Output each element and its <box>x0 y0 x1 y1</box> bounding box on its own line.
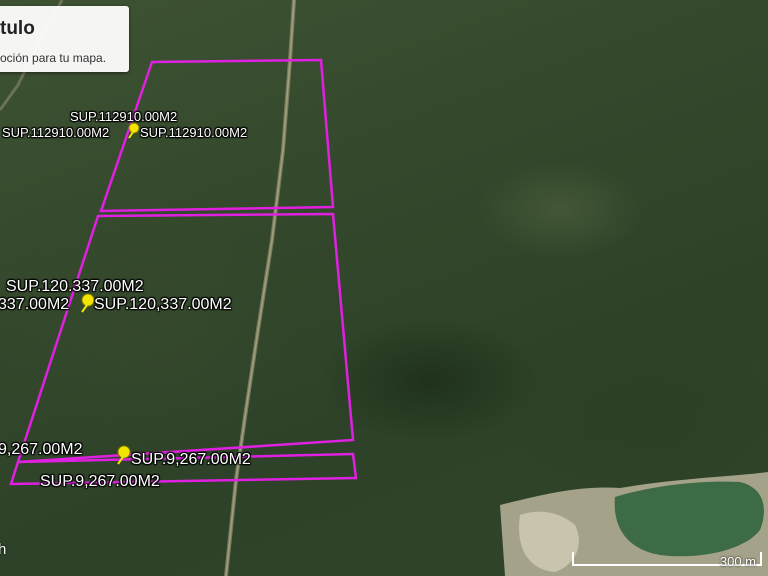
parcel-middle-label-right[interactable]: SUP.120,337.00M2 <box>94 297 232 313</box>
parcel-south-label-bottom[interactable]: SUP.9,267.00M2 <box>40 474 160 490</box>
map-title-card[interactable]: tulo oción para tu mapa. <box>0 6 129 72</box>
map-title: tulo <box>0 18 35 39</box>
parcel-middle-label-left[interactable]: 337.00M2 <box>0 297 69 313</box>
scale-bar: 300 m <box>572 552 762 569</box>
scale-label: 300 m <box>719 554 756 569</box>
parcel-north-label-right[interactable]: SUP.112910.00M2 <box>140 126 247 139</box>
dirt-road <box>224 0 296 576</box>
parcel-north-label-top[interactable]: SUP.112910.00M2 <box>70 110 177 123</box>
parcel-north-label-left[interactable]: SUP.112910.00M2 <box>2 126 109 139</box>
parcel-middle-label-top[interactable]: SUP.120.337.00M2 <box>6 279 144 295</box>
parcel-south-label-right[interactable]: SUP.9,267.00M2 <box>131 452 251 468</box>
pushpin-icon[interactable] <box>128 122 140 139</box>
satellite-map[interactable]: SUP.112910.00M2 SUP.112910.00M2 SUP.1129… <box>0 0 768 576</box>
parcel-south-label-left[interactable]: 9,267.00M2 <box>0 442 83 458</box>
parcel-middle-boundary[interactable] <box>16 212 355 464</box>
pushpin-icon[interactable] <box>81 293 95 313</box>
attribution-text: h <box>0 541 7 558</box>
pushpin-icon[interactable] <box>117 445 131 465</box>
map-description: oción para tu mapa. <box>0 51 107 65</box>
